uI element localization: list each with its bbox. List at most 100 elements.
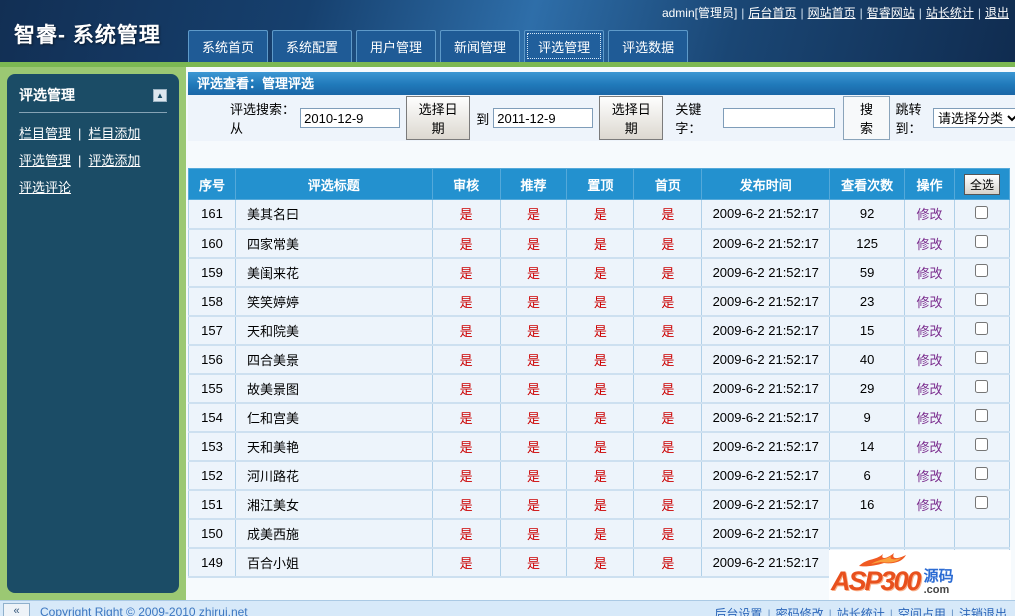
cell-flag: 是 xyxy=(431,199,501,230)
tab-用户管理[interactable]: 用户管理 xyxy=(356,30,437,62)
cell-title: 故美景图 xyxy=(234,373,433,404)
row-checkbox[interactable] xyxy=(975,351,989,364)
watermark-domain: .com xyxy=(923,584,950,596)
footer-link[interactable]: 站长统计 xyxy=(837,607,885,616)
tab-系统配置[interactable]: 系统配置 xyxy=(272,30,353,62)
cell-title: 仁和宫美 xyxy=(234,402,433,433)
sidebar-link[interactable]: 栏目添加 xyxy=(88,126,140,141)
edit-link[interactable]: 修改 xyxy=(917,237,943,252)
table-row: 151 湘江美女是是是是 2009-6-2 21:52:17 16 修改 xyxy=(188,489,1011,520)
keyword-input[interactable] xyxy=(723,108,836,128)
watermark-text: ASP300 源码 .com xyxy=(831,566,954,596)
sidebar-link[interactable]: 评选管理 xyxy=(19,153,71,168)
cell-id: 153 xyxy=(188,431,236,462)
pick-date-to-button[interactable]: 选择日期 xyxy=(599,96,664,140)
cell-select xyxy=(953,518,1011,549)
footer-link[interactable]: 密码修改 xyxy=(776,607,824,616)
keyword-label: 关键字： xyxy=(675,102,702,136)
footer-link[interactable]: 后台设置 xyxy=(714,607,762,616)
edit-link[interactable]: 修改 xyxy=(917,469,943,484)
cell-id: 161 xyxy=(188,199,236,230)
cell-flag: 是 xyxy=(431,489,501,520)
watermark-logo: ASP300 源码 .com xyxy=(829,550,1011,604)
cell-flag: 是 xyxy=(499,489,568,520)
sidebar-link[interactable]: 栏目管理 xyxy=(19,126,71,141)
edit-link[interactable]: 修改 xyxy=(917,353,943,368)
user-link[interactable]: 站长统计 xyxy=(926,6,974,20)
table-row: 157 天和院美是是是是 2009-6-2 21:52:17 15 修改 xyxy=(188,315,1011,346)
sidebar-link[interactable]: 评选添加 xyxy=(88,153,140,168)
row-checkbox[interactable] xyxy=(975,438,989,451)
row-checkbox[interactable] xyxy=(975,496,989,509)
user-name: admin[管理员] xyxy=(661,6,738,20)
row-checkbox[interactable] xyxy=(975,264,989,277)
tab-新闻管理[interactable]: 新闻管理 xyxy=(440,30,521,62)
jump-label: 跳转到： xyxy=(895,102,922,136)
cell-flag: 是 xyxy=(633,518,703,549)
category-select[interactable]: 请选择分类 xyxy=(933,108,1015,128)
cell-flag: 是 xyxy=(566,402,635,433)
sidebar-collapse-button[interactable]: « xyxy=(3,603,30,616)
cell-action: 修改 xyxy=(904,402,955,433)
app-logo: 智睿- 系统管理 xyxy=(14,24,161,47)
user-link[interactable]: 后台首页 xyxy=(748,6,796,20)
edit-link[interactable]: 修改 xyxy=(917,498,943,513)
row-checkbox[interactable] xyxy=(975,293,989,306)
sidebar-link-row: 栏目管理 | 栏目添加 xyxy=(19,120,167,147)
sidebar-header: 评选管理 ▲ xyxy=(19,85,167,113)
tab-评选管理[interactable]: 评选管理 xyxy=(524,30,605,62)
pick-date-from-button[interactable]: 选择日期 xyxy=(406,96,471,140)
cell-id: 160 xyxy=(188,228,236,259)
date-to-input[interactable] xyxy=(493,108,594,128)
cell-flag: 是 xyxy=(566,228,635,259)
cell-flag: 是 xyxy=(566,315,635,346)
cell-flag: 是 xyxy=(566,373,635,404)
cell-id: 156 xyxy=(188,344,236,375)
row-checkbox[interactable] xyxy=(975,467,989,480)
edit-link[interactable]: 修改 xyxy=(917,266,943,281)
cell-action: 修改 xyxy=(904,199,955,230)
cell-action: 修改 xyxy=(904,228,955,259)
row-checkbox[interactable] xyxy=(975,409,989,422)
edit-link[interactable]: 修改 xyxy=(917,207,943,222)
footer-links: 后台设置 | 密码修改 | 站长统计 | 空间占用 | 注销退出 xyxy=(714,605,1007,616)
footer-link[interactable]: 空间占用 xyxy=(898,607,946,616)
row-checkbox[interactable] xyxy=(975,235,989,248)
row-checkbox[interactable] xyxy=(975,205,989,219)
sidebar-link-row: 评选评论 xyxy=(19,174,167,201)
user-link[interactable]: 智睿网站 xyxy=(867,6,915,20)
cell-time: 2009-6-2 21:52:17 xyxy=(701,460,831,491)
sidebar-link[interactable]: 评选评论 xyxy=(19,180,71,195)
select-all-button[interactable]: 全选 xyxy=(963,173,1000,195)
row-checkbox[interactable] xyxy=(975,380,989,393)
cell-time: 2009-6-2 21:52:17 xyxy=(701,402,831,433)
search-button[interactable]: 搜索 xyxy=(843,96,890,140)
edit-link[interactable]: 修改 xyxy=(917,382,943,397)
panel-collapse-icon[interactable]: ▲ xyxy=(153,88,167,102)
tab-评选数据[interactable]: 评选数据 xyxy=(608,30,689,62)
sidebar: 评选管理 ▲ 栏目管理 | 栏目添加 评选管理 | 评选添加 评选评论 xyxy=(0,67,186,600)
edit-link[interactable]: 修改 xyxy=(917,440,943,455)
edit-link[interactable]: 修改 xyxy=(917,411,943,426)
user-link[interactable]: 网站首页 xyxy=(808,6,856,20)
cell-flag: 是 xyxy=(499,286,568,317)
footer-link[interactable]: 注销退出 xyxy=(959,607,1007,616)
cell-flag: 是 xyxy=(499,228,568,259)
tab-系统首页[interactable]: 系统首页 xyxy=(188,30,269,62)
cell-action: 修改 xyxy=(904,315,955,346)
date-from-input[interactable] xyxy=(300,108,401,128)
cell-flag: 是 xyxy=(499,431,568,462)
cell-flag: 是 xyxy=(431,257,501,288)
cell-select xyxy=(953,373,1011,404)
cell-select xyxy=(953,402,1011,433)
row-checkbox[interactable] xyxy=(975,322,989,335)
edit-link[interactable]: 修改 xyxy=(917,324,943,339)
cell-select xyxy=(953,489,1011,520)
cell-title: 天和美艳 xyxy=(234,431,433,462)
cell-flag: 是 xyxy=(566,257,635,288)
edit-link[interactable]: 修改 xyxy=(917,295,943,310)
cell-time: 2009-6-2 21:52:17 xyxy=(701,547,831,578)
separator: | xyxy=(767,607,771,616)
user-link[interactable]: 退出 xyxy=(985,6,1009,20)
to-label: 到 xyxy=(476,111,490,127)
